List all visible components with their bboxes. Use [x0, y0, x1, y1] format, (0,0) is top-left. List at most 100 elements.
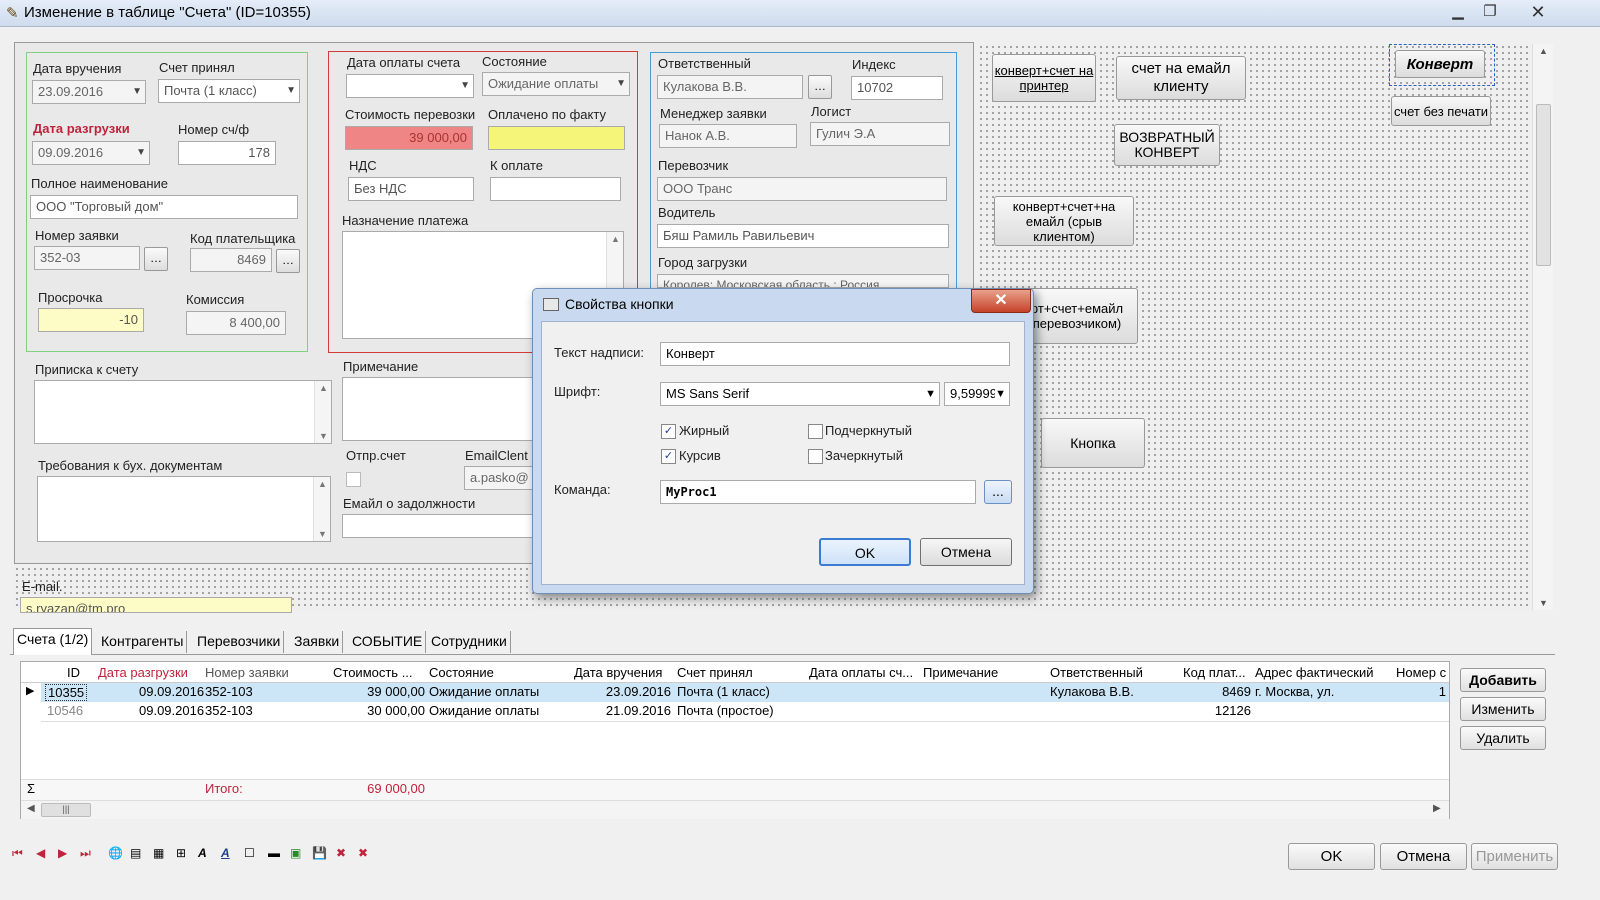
col-unload-date[interactable]: Дата разгрузки [98, 665, 188, 680]
save-icon[interactable]: 💾 [312, 846, 327, 860]
cell-responsible[interactable]: Кулакова В.В. [1050, 684, 1134, 699]
label-icon[interactable]: A [221, 846, 230, 860]
scroll-down-icon[interactable]: ▼ [319, 431, 328, 441]
scroll-up-icon[interactable]: ▲ [319, 383, 328, 393]
accounting-req-scrollbar[interactable]: ▲ ▼ [313, 477, 330, 541]
tab-employees[interactable]: Сотрудники [428, 631, 511, 653]
generic-button[interactable]: Кнопка [1041, 418, 1145, 468]
cell-delivery-date[interactable]: 23.09.2016 [574, 684, 671, 699]
carrier-field[interactable]: ООО Транс [657, 177, 947, 201]
account-accepted-select[interactable]: Почта (1 класс) ▼ [158, 79, 300, 103]
col-responsible[interactable]: Ответственный [1050, 665, 1143, 680]
cell-address[interactable]: г. Москва, ул. [1255, 684, 1334, 699]
accounting-req-textarea[interactable]: ▲ ▼ [37, 476, 331, 542]
return-envelope-button[interactable]: ВОЗВРАТНЫЙ КОНВЕРТ [1114, 124, 1220, 166]
ok-button[interactable]: OK [1288, 843, 1375, 870]
driver-field[interactable]: Бяш Рамиль Равильевич [657, 224, 949, 248]
debt-email-field[interactable] [342, 514, 542, 538]
prev-record-icon[interactable]: ◀ [36, 846, 45, 860]
cell-request-no[interactable]: 352-103 [205, 703, 253, 718]
cell-state[interactable]: Ожидание оплаты [429, 684, 539, 699]
invoice-no-print-button[interactable]: счет без печати [1391, 96, 1491, 126]
form-scrollbar[interactable]: ▲ ▼ [1532, 44, 1553, 610]
state-select[interactable]: Ожидание оплаты ▼ [482, 72, 630, 96]
responsible-field[interactable]: Кулакова В.В. [657, 75, 803, 99]
cell-number[interactable]: 1 [1396, 684, 1446, 699]
cell-delivery-date[interactable]: 21.09.2016 [574, 703, 671, 718]
envelope-invoice-email-carrier-button[interactable]: рт+счет+емайл перевозчиком) [1020, 288, 1138, 344]
request-no-field[interactable]: 352-03 [34, 246, 140, 270]
cell-cost[interactable]: 30 000,00 [333, 703, 425, 718]
tab-carriers[interactable]: Перевозчики [194, 631, 285, 653]
cost-field[interactable]: 39 000,00 [345, 126, 473, 150]
tab-accounts[interactable]: Счета (1/2) [13, 628, 93, 655]
first-record-icon[interactable]: ⏮ [12, 846, 23, 861]
scroll-thumb[interactable] [1536, 104, 1551, 266]
overdue-field[interactable]: -10 [38, 308, 144, 332]
pay-date-field[interactable]: ▼ [346, 74, 474, 98]
invoice-email-client-button[interactable]: счет на емайл клиенту [1116, 56, 1246, 100]
chevron-down-icon[interactable]: ▼ [616, 73, 626, 95]
scroll-down-icon[interactable]: ▼ [1539, 598, 1548, 608]
cell-payer-code[interactable]: 8469 [1183, 684, 1251, 699]
invoice-no-field[interactable]: 178 [178, 141, 276, 165]
envelope-invoice-print-button[interactable]: конверт+счет на принтер [992, 54, 1096, 102]
font-select[interactable]: MS Sans Serif ▼ [660, 382, 940, 406]
apply-button[interactable]: Применить [1471, 843, 1558, 870]
globe-icon[interactable]: 🌐 [108, 846, 123, 860]
accounts-grid[interactable]: ID Дата разгрузки Номер заявки Стоимость… [20, 661, 1450, 819]
cell-payer-code[interactable]: 12126 [1183, 703, 1251, 718]
cell-accepted[interactable]: Почта (простое) [677, 703, 774, 718]
text-icon[interactable]: A [198, 846, 207, 860]
payer-browse-button[interactable]: … [276, 249, 300, 273]
col-number[interactable]: Номер с [1396, 665, 1448, 680]
cell-state[interactable]: Ожидание оплаты [429, 703, 539, 718]
add-button[interactable]: Добавить [1460, 668, 1546, 692]
grid-hscroll[interactable]: ◀ ||| ▶ [21, 800, 1449, 819]
underline-checkbox[interactable] [808, 424, 823, 439]
checkbox-icon[interactable]: ☐ [244, 846, 255, 860]
caption-input[interactable]: Конверт [660, 342, 1010, 366]
clear-icon[interactable]: ✖ [358, 846, 368, 860]
font-size-select[interactable]: 9,59999 ▼ [944, 382, 1010, 406]
chevron-down-icon[interactable]: ▼ [136, 142, 146, 164]
dialog-ok-button[interactable]: OK [819, 538, 911, 566]
cancel-button[interactable]: Отмена [1380, 843, 1467, 870]
envelope-button[interactable]: Конверт [1395, 50, 1485, 78]
col-payer-code[interactable]: Код плат... [1183, 665, 1251, 680]
chevron-down-icon[interactable]: ▼ [132, 81, 142, 103]
col-accepted[interactable]: Счет принял [677, 665, 753, 680]
unload-date-field[interactable]: 09.09.2016 ▼ [32, 141, 150, 165]
chevron-down-icon[interactable]: ▼ [286, 80, 296, 102]
responsible-browse-button[interactable]: … [808, 75, 832, 99]
form-icon[interactable]: ▤ [130, 846, 141, 860]
delete-button[interactable]: Удалить [1460, 726, 1546, 750]
cell-request-no[interactable]: 352-103 [205, 684, 253, 699]
commission-field[interactable]: 8 400,00 [186, 311, 286, 335]
strike-checkbox[interactable] [808, 449, 823, 464]
button-icon[interactable]: ▬ [268, 846, 280, 860]
dialog-cancel-button[interactable]: Отмена [920, 538, 1012, 566]
city-field[interactable]: Королев; Московская область ; Россия [657, 274, 949, 288]
image-icon[interactable]: ▣ [290, 846, 301, 860]
command-browse-button[interactable]: ... [984, 480, 1012, 504]
to-pay-field[interactable] [490, 177, 621, 201]
col-id[interactable]: ID [67, 665, 80, 680]
scroll-right-icon[interactable]: ▶ [1433, 803, 1441, 814]
scroll-up-icon[interactable]: ▲ [611, 234, 620, 244]
col-address[interactable]: Адрес фактический [1255, 665, 1374, 680]
edit-button[interactable]: Изменить [1460, 697, 1546, 721]
chevron-down-icon[interactable]: ▼ [925, 383, 936, 405]
grid-icon[interactable]: ▦ [153, 846, 164, 860]
scroll-up-icon[interactable]: ▲ [318, 479, 327, 489]
chevron-down-icon[interactable]: ▼ [995, 383, 1006, 405]
scroll-left-icon[interactable]: ◀ [27, 803, 35, 814]
col-cost[interactable]: Стоимость ... [333, 665, 425, 680]
manager-field[interactable]: Нанок А.В. [659, 124, 797, 148]
col-delivery-date[interactable]: Дата вручения [574, 665, 662, 680]
maximize-button[interactable]: ❐ [1476, 1, 1504, 23]
last-record-icon[interactable]: ⏭ [80, 846, 91, 861]
col-pay-date[interactable]: Дата оплаты сч... [809, 665, 919, 680]
tab-event[interactable]: СОБЫТИЕ [349, 631, 427, 653]
scroll-down-icon[interactable]: ▼ [318, 529, 327, 539]
